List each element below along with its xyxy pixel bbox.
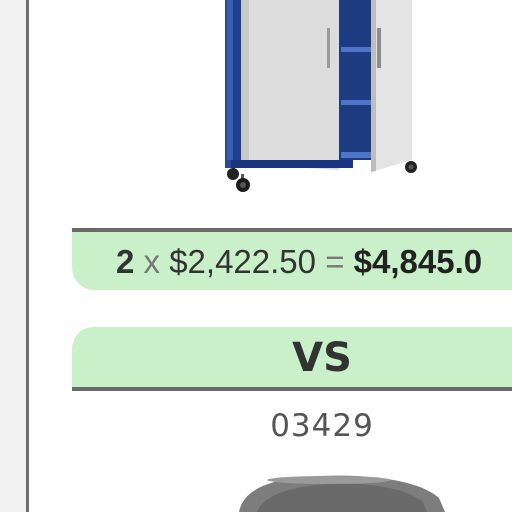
equals-sign: =: [325, 243, 345, 280]
product-sku: 03429: [270, 408, 374, 444]
quantity-value: 2: [116, 243, 135, 280]
vs-label: VS: [292, 335, 352, 381]
comparison-page: 2 x $2,422.50 = $4,845.0 VS 03429: [0, 0, 512, 512]
vs-separator: VS: [72, 327, 512, 391]
gray-seat-image[interactable]: [209, 468, 459, 512]
price-summary: 2 x $2,422.50 = $4,845.0: [72, 228, 512, 290]
times-sign: x: [143, 243, 161, 280]
total-price: $4,845.0: [353, 243, 483, 280]
price-calculation: 2 x $2,422.50 = $4,845.0: [116, 242, 482, 282]
storage-cabinet-image[interactable]: [29, 0, 512, 228]
unit-price: $2,422.50: [169, 243, 317, 280]
left-gutter: [0, 0, 27, 512]
comparison-panel: 2 x $2,422.50 = $4,845.0 VS 03429: [29, 0, 512, 512]
